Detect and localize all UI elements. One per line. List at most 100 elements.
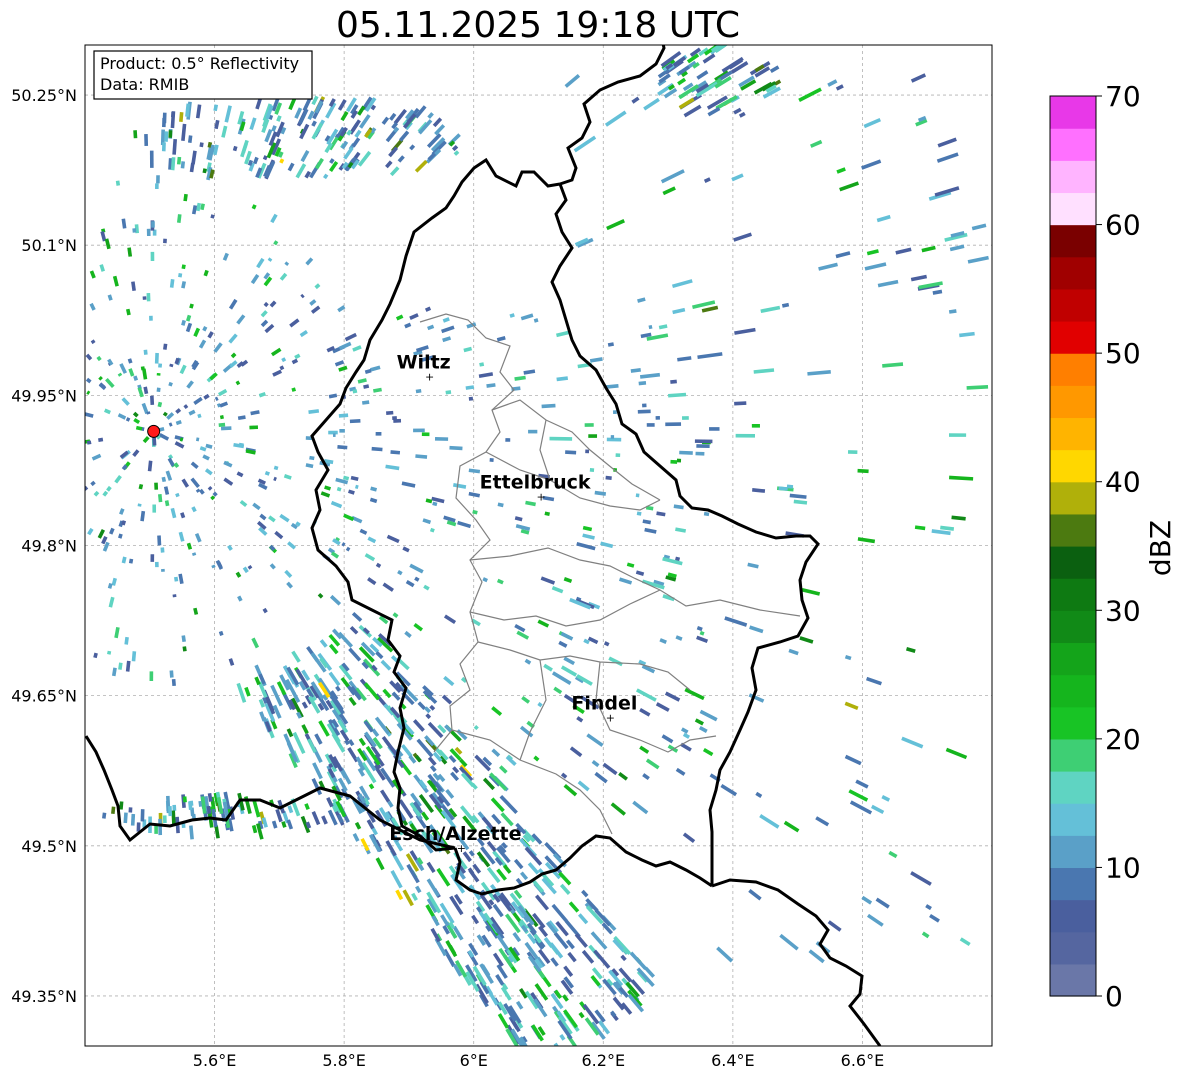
echo-cell	[220, 426, 232, 431]
echo-cell	[339, 429, 345, 433]
lat-tick-label: 49.8°N	[21, 537, 77, 556]
colorbar-swatch	[1050, 321, 1096, 354]
radar-site-marker	[147, 424, 161, 438]
colorbar-swatch	[1050, 96, 1096, 129]
echo-cell	[46, 623, 53, 631]
colorbar-swatch	[1050, 256, 1096, 290]
echo-cell	[434, 436, 449, 441]
radar-site	[147, 424, 161, 438]
echo-cell	[218, 422, 226, 427]
lon-tick-label: 5.8°E	[322, 1051, 366, 1070]
colorbar-swatch	[1050, 160, 1096, 194]
chart-title: 05.11.2025 19:18 UTC	[336, 5, 740, 46]
echo-cell	[154, 825, 158, 834]
echo-cell	[681, 416, 689, 420]
lat-tick-label: 50.1°N	[21, 236, 77, 255]
echo-cell	[5, 476, 14, 482]
echo-cell	[77, 263, 83, 271]
echo-cell	[75, 527, 82, 535]
echo-cell	[199, 142, 204, 148]
echo-cell	[181, 264, 186, 270]
echo-cell	[735, 433, 756, 438]
lat-tick-label: 50.25°N	[11, 86, 77, 105]
echo-cell	[160, 547, 165, 553]
echo-cell	[26, 572, 31, 577]
echo-cell	[24, 348, 31, 354]
colorbar-tick-label: 30	[1105, 594, 1141, 627]
echo-cell	[56, 648, 62, 657]
echo-cell	[4, 448, 13, 453]
colorbar-swatch	[1050, 192, 1096, 226]
colorbar-swatch	[1050, 578, 1096, 611]
colorbar-tick-label: 0	[1105, 980, 1123, 1013]
echo-cell	[610, 435, 615, 439]
colorbar-tick-label: 70	[1105, 80, 1141, 113]
echo-cell	[21, 425, 28, 429]
echo-cell	[19, 221, 27, 231]
echo-cell	[146, 228, 151, 237]
city-label: Esch/Alzette	[389, 823, 521, 845]
echo-cell	[29, 259, 36, 267]
echo-cell	[51, 433, 59, 437]
echo-cell	[74, 635, 81, 645]
echo-cell	[703, 511, 710, 517]
echo-cell	[39, 429, 47, 433]
colorbar-swatch	[1050, 449, 1096, 483]
echo-cell	[55, 359, 63, 366]
echo-cell	[182, 646, 187, 652]
colorbar-swatch	[1050, 642, 1096, 676]
echo-cell	[386, 410, 394, 415]
echo-cell	[170, 112, 175, 118]
echo-cell	[72, 463, 77, 468]
colorbar-swatch	[1050, 546, 1096, 579]
echo-cell	[0, 457, 2, 462]
radar-figure: 05.11.2025 19:18 UTC +Wiltz+Ettelbruck+F…	[0, 5, 1177, 1070]
map-panel: +Wiltz+Ettelbruck+Findel+Esch/Alzette Pr…	[0, 44, 993, 1047]
echo-cell	[421, 432, 430, 437]
echo-cell	[51, 417, 60, 422]
colorbar-swatch	[1050, 963, 1096, 997]
echo-cell	[468, 396, 474, 401]
echo-cell	[26, 449, 37, 454]
echo-cell	[132, 228, 137, 233]
echo-cell	[146, 292, 151, 302]
colorbar-swatch	[1050, 610, 1096, 644]
echo-cell	[445, 390, 452, 395]
echo-cell	[174, 576, 179, 582]
latitude-ticks: 50.25°N 50.1°N 49.95°N 49.8°N 49.65°N 49.5°N 4…	[11, 86, 77, 1006]
colorbar-swatch	[1050, 353, 1096, 386]
colorbar-tick-label: 50	[1105, 337, 1141, 370]
echo-cell	[172, 594, 177, 598]
echo-cell	[549, 436, 573, 441]
colorbar-swatch	[1050, 771, 1096, 804]
echo-cell	[31, 217, 39, 227]
echo-cell	[149, 671, 154, 682]
echo-cell	[128, 558, 134, 564]
echo-cell	[130, 813, 136, 826]
colorbar-tick-label: 20	[1105, 723, 1141, 756]
echo-cell	[751, 423, 760, 428]
echo-cell	[144, 133, 149, 147]
echo-cell	[154, 482, 159, 490]
echo-cell	[670, 459, 678, 464]
echo-cell	[59, 569, 65, 575]
echo-cell	[158, 818, 163, 836]
echo-cell	[528, 429, 538, 434]
echo-cell	[0, 408, 5, 413]
echo-cell	[54, 283, 62, 292]
echo-cell	[128, 807, 133, 813]
echo-cell	[62, 451, 67, 456]
echo-cell	[171, 810, 176, 825]
echo-cell	[637, 409, 651, 414]
echo-cell	[15, 500, 25, 508]
echo-cell	[34, 297, 39, 302]
echo-cell	[612, 410, 617, 414]
colorbar-swatch	[1050, 224, 1096, 258]
echo-cell	[86, 440, 92, 445]
echo-cell	[74, 424, 84, 428]
echo-cell	[14, 556, 21, 562]
lat-tick-label: 49.5°N	[21, 837, 77, 856]
echo-cell	[65, 374, 71, 379]
echo-cell	[56, 337, 66, 347]
echo-cell	[61, 355, 65, 359]
